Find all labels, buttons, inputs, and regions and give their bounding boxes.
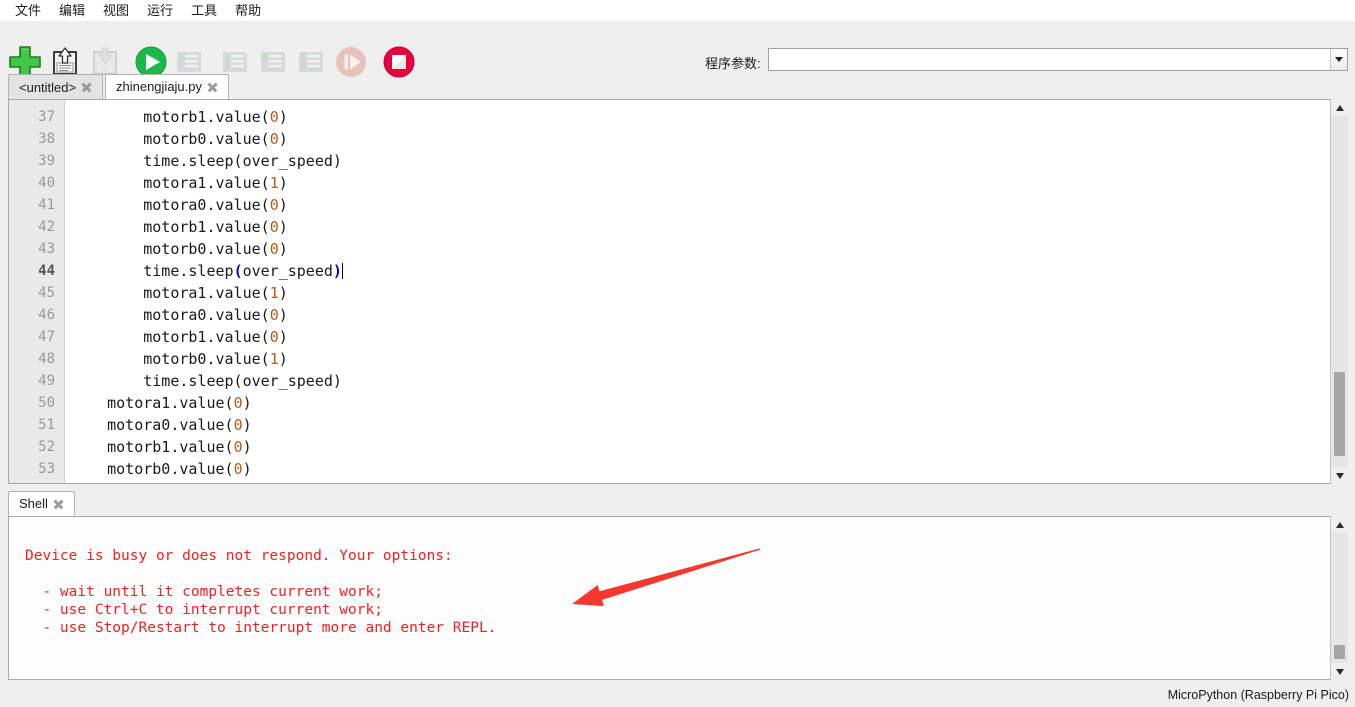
shell-output-line: [25, 565, 496, 583]
editor-tab-untitled[interactable]: <untitled>: [8, 74, 104, 99]
editor-vertical-scrollbar[interactable]: [1330, 99, 1348, 484]
close-icon[interactable]: [81, 82, 92, 93]
status-bar: MicroPython (Raspberry Pi Pico): [0, 683, 1355, 707]
shell-vertical-scrollbar[interactable]: [1330, 516, 1348, 680]
shell-output-line: - wait until it completes current work;: [25, 584, 383, 600]
editor-tab-zhinengjiaju-label: zhinengjiaju.py: [116, 79, 203, 94]
menu-help[interactable]: 帮助: [226, 0, 270, 21]
code-line[interactable]: motora0.value(0): [71, 414, 1346, 436]
line-number: 47: [38, 329, 55, 345]
code-line[interactable]: motorb0.value(0): [71, 458, 1346, 480]
line-number: 52: [38, 439, 55, 455]
code-text-area[interactable]: motorb1.value(0) motorb0.value(0) time.s…: [65, 100, 1346, 483]
program-arguments-label: 程序参数:: [705, 56, 761, 71]
code-line[interactable]: motora1.value(1): [71, 282, 1346, 304]
code-line[interactable]: time.sleep(over_speed): [71, 260, 1346, 282]
code-line[interactable]: motorb0.value(0): [71, 238, 1346, 260]
menu-tools[interactable]: 工具: [182, 0, 226, 21]
scroll-up-button[interactable]: [1331, 516, 1348, 533]
menu-run[interactable]: 运行: [138, 0, 182, 21]
line-number-gutter: 37 38 39 40 41 42 43 44 45 46 47 48 49 50 51 52 53: [9, 100, 65, 483]
code-line[interactable]: time.sleep(over_speed): [71, 370, 1346, 392]
line-number: 38: [38, 131, 55, 147]
shell-tab-label: Shell: [19, 496, 48, 511]
editor-tab-untitled-label: <untitled>: [19, 79, 77, 95]
close-icon[interactable]: [207, 81, 218, 92]
line-number: 42: [38, 219, 55, 235]
line-number: 37: [38, 109, 55, 125]
scroll-up-button[interactable]: [1331, 99, 1348, 116]
code-editor[interactable]: 37 38 39 40 41 42 43 44 45 46 47 48 49 50 51 52 53 motor…: [8, 99, 1347, 484]
code-line[interactable]: time.sleep(over_speed): [71, 150, 1346, 172]
program-arguments-combo[interactable]: [768, 48, 1348, 71]
line-number: 41: [38, 197, 55, 213]
text-cursor: [341, 263, 343, 279]
line-number: 49: [38, 373, 55, 389]
interpreter-status-label: MicroPython (Raspberry Pi Pico): [1167, 688, 1349, 702]
menu-file[interactable]: 文件: [6, 0, 50, 21]
code-line[interactable]: motora0.value(0): [71, 304, 1346, 326]
code-line[interactable]: motora1.value(1): [71, 172, 1346, 194]
scrollbar-trough[interactable]: [1331, 533, 1348, 663]
scroll-down-button[interactable]: [1331, 467, 1348, 484]
code-line[interactable]: motorb1.value(0): [71, 216, 1346, 238]
shell-tab-strip: Shell: [0, 491, 1355, 516]
line-number: 53: [38, 461, 55, 477]
code-line[interactable]: motorb0.value(0): [71, 128, 1346, 150]
scrollbar-thumb[interactable]: [1334, 372, 1345, 457]
scroll-down-button[interactable]: [1331, 663, 1348, 680]
code-line[interactable]: motorb1.value(0): [71, 106, 1346, 128]
toolbar: 程序参数:: [0, 21, 1355, 78]
shell-output-line: Device is busy or does not respond. Your…: [25, 548, 453, 564]
code-line[interactable]: motora0.value(0): [71, 194, 1346, 216]
shell-output-panel[interactable]: Device is busy or does not respond. Your…: [8, 516, 1347, 680]
chevron-down-icon: [1335, 472, 1344, 479]
line-number: 45: [38, 285, 55, 301]
line-number: 51: [38, 417, 55, 433]
line-number: 39: [38, 153, 55, 169]
line-number: 50: [38, 395, 55, 411]
line-number: 40: [38, 175, 55, 191]
chevron-down-icon[interactable]: [1330, 49, 1347, 70]
line-number: 48: [38, 351, 55, 367]
menu-bar: 文件 编辑 视图 运行 工具 帮助: [0, 0, 1355, 21]
code-line[interactable]: motorb1.value(0): [71, 436, 1346, 458]
scrollbar-thumb[interactable]: [1334, 644, 1345, 659]
editor-tab-strip: <untitled> zhinengjiaju.py: [0, 74, 1355, 99]
editor-tab-zhinengjiaju[interactable]: zhinengjiaju.py: [105, 74, 230, 99]
code-line[interactable]: motora1.value(0): [71, 392, 1346, 414]
code-line[interactable]: motorb1.value(0): [71, 326, 1346, 348]
chevron-down-icon: [1335, 668, 1344, 675]
shell-tab[interactable]: Shell: [8, 491, 75, 516]
menu-view[interactable]: 视图: [94, 0, 138, 21]
chevron-up-icon: [1335, 521, 1344, 528]
program-arguments-input[interactable]: [769, 49, 1330, 70]
line-number: 43: [38, 241, 55, 257]
chevron-up-icon: [1335, 104, 1344, 111]
shell-output-line: - use Ctrl+C to interrupt current work;: [25, 602, 383, 618]
line-number: 44: [38, 263, 55, 279]
shell-output-line: - use Stop/Restart to interrupt more and…: [25, 620, 497, 636]
close-icon[interactable]: [53, 498, 64, 509]
shell-output-text: Device is busy or does not respond. Your…: [25, 547, 496, 637]
code-line[interactable]: motorb0.value(1): [71, 348, 1346, 370]
thonny-window: 文件 编辑 视图 运行 工具 帮助 程序参数: <untitled> zhine…: [0, 0, 1355, 707]
menu-edit[interactable]: 编辑: [50, 0, 94, 21]
line-number: 46: [38, 307, 55, 323]
